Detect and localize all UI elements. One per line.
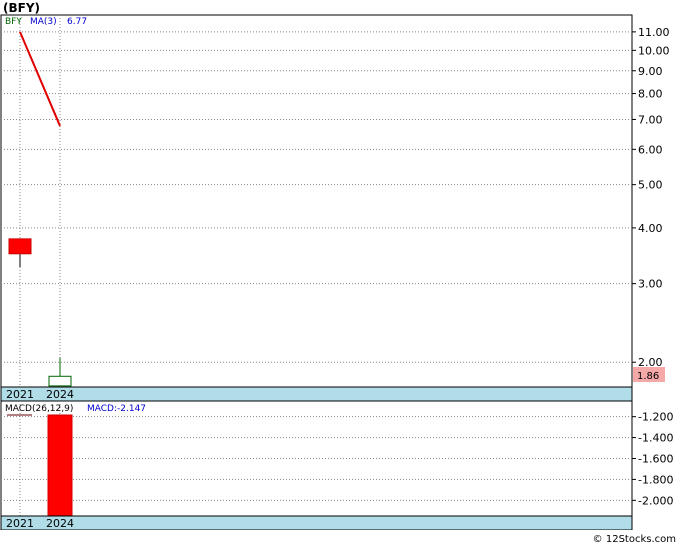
macd-date-band [0, 515, 633, 531]
macd-marks [47, 414, 73, 517]
price-date-band [0, 386, 633, 402]
footer-credit: © 12Stocks.com [593, 534, 676, 545]
legend-ma-value: 6.77 [67, 17, 87, 27]
price-x-tick-label: 2021 [6, 388, 34, 401]
price-y-tick-label: 11.00 [638, 26, 670, 39]
last-price-label: 1.86 [637, 371, 659, 382]
macd-panel [0, 400, 633, 530]
footer-bar [0, 530, 680, 546]
price-y-tick-label: 3.00 [638, 278, 663, 291]
stock-chart: (BFY) 11.00 10.00 9.00 8.00 7.00 6.00 5.00 4.00… [0, 1, 680, 546]
candle-body [48, 375, 72, 387]
price-y-tick-label: 6.00 [638, 143, 663, 156]
price-x-tick-label: 2024 [46, 388, 74, 401]
macd-y-tick-label: -1.200 [638, 411, 673, 424]
macd-legend-label: MACD(26,12,9) [5, 404, 73, 414]
price-y-axis: 11.0010.009.008.007.006.005.004.003.002.… [632, 26, 670, 369]
price-y-tick-label: 9.00 [638, 65, 663, 78]
chart-title: (BFY) [3, 1, 40, 15]
macd-x-tick-label: 2024 [46, 517, 74, 530]
macd-y-tick-label: -1.600 [638, 453, 673, 466]
price-y-tick-label: 5.00 [638, 179, 663, 192]
candle-body [8, 238, 32, 255]
macd-y-tick-label: -1.800 [638, 473, 673, 486]
price-y-tick-label: 10.00 [638, 44, 670, 57]
price-y-tick-label: 7.00 [638, 113, 663, 126]
macd-bar [47, 414, 73, 517]
price-y-tick-label: 4.00 [638, 222, 663, 235]
macd-legend-value: MACD:-2.147 [87, 404, 146, 414]
price-y-tick-label: 8.00 [638, 88, 663, 101]
macd-y-axis: -1.200 -1.400 -1.600 -1.800 -2.000 [632, 411, 673, 507]
macd-y-tick-label: -1.400 [638, 432, 673, 445]
price-panel [0, 14, 633, 402]
macd-y-tick-label: -2.000 [638, 494, 673, 507]
legend-ma-label: MA(3) [30, 17, 57, 27]
macd-x-tick-label: 2021 [6, 517, 34, 530]
legend-ticker: BFY [5, 17, 22, 27]
